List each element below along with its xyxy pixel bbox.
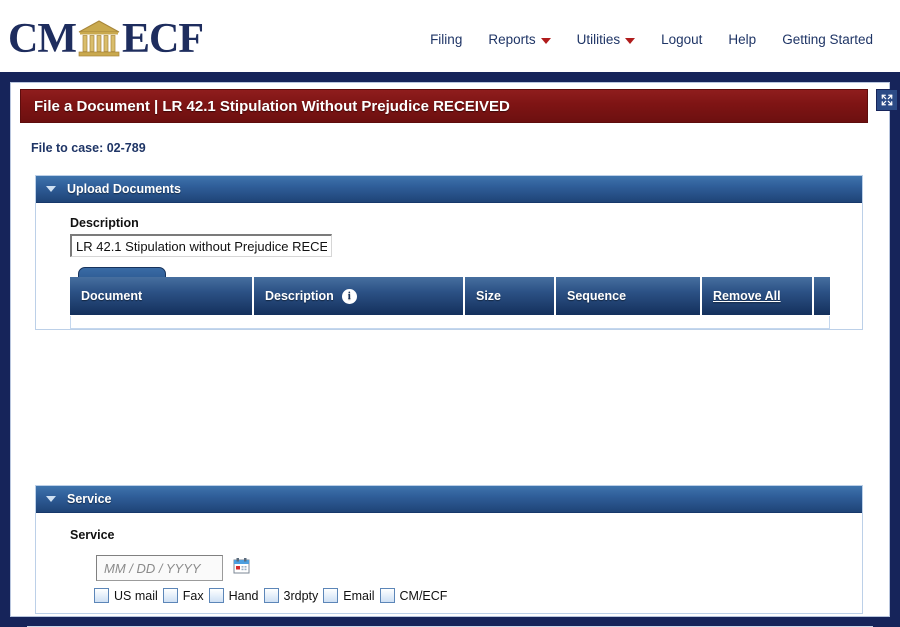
checkbox-label-us-mail: US mail — [114, 588, 158, 603]
courthouse-icon — [77, 19, 121, 59]
content-area: File a Document | LR 42.1 Stipulation Wi… — [10, 82, 898, 627]
checkbox-label-3rdpty: 3rdpty — [283, 588, 319, 603]
nav-item-filing[interactable]: Filing — [417, 30, 475, 49]
nav-label: Help — [728, 32, 757, 47]
checkbox-item-3rdpty[interactable]: 3rdpty — [263, 588, 324, 603]
table-header-row: Document Description i Size Sequence Rem… — [70, 277, 830, 315]
checkbox-email[interactable] — [323, 588, 339, 603]
column-header-description: Description i — [254, 277, 465, 315]
nav-label: Logout — [661, 32, 703, 47]
nav-item-utilities[interactable]: Utilities — [564, 30, 649, 49]
logo-text-cm: CM — [8, 16, 77, 62]
nav-item-help[interactable]: Help — [715, 30, 769, 49]
service-date-input[interactable]: MM / DD / YYYY — [96, 555, 223, 581]
info-icon[interactable]: i — [341, 288, 357, 304]
service-panel: Service Service MM / DD / YYYY US mail F… — [35, 485, 863, 614]
nav-label: Getting Started — [782, 32, 873, 47]
nav-item-logout[interactable]: Logout — [648, 30, 715, 49]
service-panel-header[interactable]: Service — [36, 486, 862, 513]
cmecf-page: CM ECF Filing Reports Utilities Logout H… — [0, 0, 900, 627]
chevron-down-icon — [540, 37, 551, 44]
main-navigation: Filing Reports Utilities Logout Help Get… — [417, 30, 886, 49]
column-header-document: Document — [70, 277, 254, 315]
checkbox-item-email[interactable]: Email — [323, 588, 379, 603]
checkbox-label-email: Email — [343, 588, 375, 603]
checkbox-hand[interactable] — [208, 588, 224, 603]
nav-label: Reports — [488, 32, 536, 47]
upload-documents-panel-body: Description Browse... Document Descripti… — [36, 203, 862, 329]
description-input[interactable] — [70, 234, 332, 257]
table-empty-row — [70, 316, 830, 329]
checkbox-us-mail[interactable] — [94, 588, 109, 603]
upload-documents-panel-header[interactable]: Upload Documents — [36, 176, 862, 203]
upload-documents-panel-title: Upload Documents — [67, 182, 181, 196]
column-header-size: Size — [465, 277, 556, 315]
column-header-remove-all: Remove All — [702, 277, 814, 315]
service-date-placeholder: MM / DD / YYYY — [104, 560, 201, 576]
logo-text-ecf: ECF — [121, 16, 204, 62]
page-frame: File a Document | LR 42.1 Stipulation Wi… — [0, 72, 900, 627]
nav-item-getting-started[interactable]: Getting Started — [769, 30, 886, 49]
nav-label: Filing — [430, 32, 463, 47]
column-header-spacer — [814, 277, 830, 315]
nav-item-reports[interactable]: Reports — [475, 30, 563, 49]
checkbox-item-fax[interactable]: Fax — [162, 588, 209, 603]
column-header-sequence: Sequence — [556, 277, 702, 315]
page-title-bar: File a Document | LR 42.1 Stipulation Wi… — [20, 89, 898, 123]
collapse-triangle-icon[interactable] — [46, 496, 56, 502]
checkbox-label-cmecf: CM/ECF — [399, 588, 448, 603]
checkbox-3rdpty[interactable] — [263, 588, 279, 603]
page-header: CM ECF Filing Reports Utilities Logout H… — [0, 0, 900, 72]
cmecf-logo: CM ECF — [8, 16, 204, 62]
uploaded-documents-table: Document Description i Size Sequence Rem… — [70, 277, 830, 329]
checkbox-item-hand[interactable]: Hand — [208, 588, 264, 603]
checkbox-fax[interactable] — [162, 588, 178, 603]
case-line: File to case: 02-789 — [31, 141, 146, 155]
column-header-description-label: Description — [265, 289, 334, 303]
page-title: File a Document | LR 42.1 Stipulation Wi… — [34, 97, 510, 115]
description-label: Description — [70, 216, 139, 230]
checkbox-item-cmecf[interactable]: CM/ECF — [379, 588, 453, 603]
checkbox-label-hand: Hand — [228, 588, 259, 603]
service-method-checkboxes: US mail Fax Hand 3rdpty Email CM/ECF — [94, 588, 452, 603]
expand-arrows-icon[interactable] — [876, 89, 898, 111]
nav-label: Utilities — [576, 32, 621, 47]
service-panel-body: Service MM / DD / YYYY US mail Fax Hand … — [36, 513, 862, 613]
remove-all-link[interactable]: Remove All — [713, 289, 781, 303]
service-date-label: Service — [70, 528, 115, 542]
service-panel-title: Service — [67, 492, 112, 506]
checkbox-label-fax: Fax — [182, 588, 204, 603]
checkbox-item-us-mail[interactable]: US mail — [94, 588, 163, 603]
collapse-triangle-icon[interactable] — [46, 186, 56, 192]
upload-documents-panel: Upload Documents Description Browse... D… — [35, 175, 863, 330]
calendar-icon[interactable] — [233, 557, 250, 574]
checkbox-cmecf[interactable] — [379, 588, 395, 603]
chevron-down-icon — [625, 37, 636, 44]
